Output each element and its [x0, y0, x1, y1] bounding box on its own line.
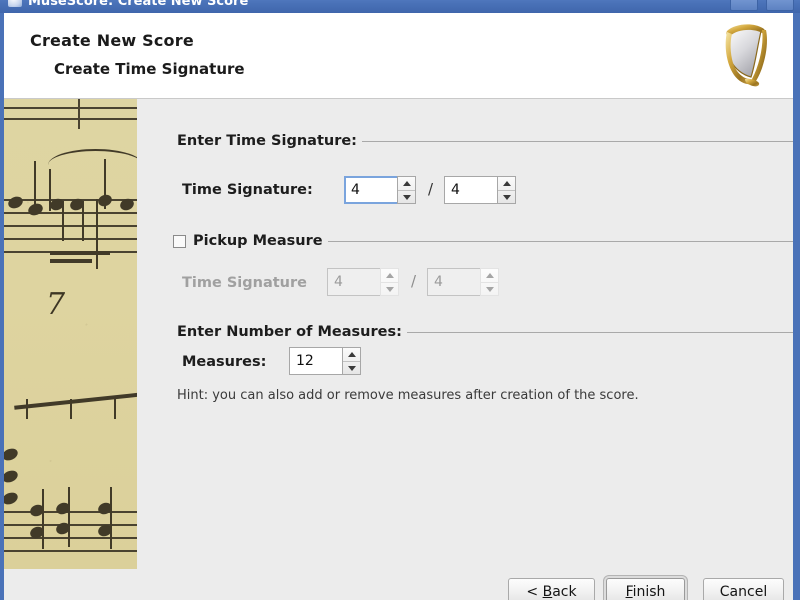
dialog-footer: < Back Finish Cancel: [4, 569, 793, 600]
finish-button[interactable]: Finish: [606, 578, 685, 600]
time-signature-separator: /: [428, 180, 434, 198]
label-pickup-time-signature: Time Signature: [182, 275, 307, 291]
page-title: Create New Score: [30, 31, 194, 50]
time-signature-denominator-input[interactable]: 4: [444, 176, 497, 204]
spinner-up-icon[interactable]: [398, 177, 415, 191]
measures-hint-text: Hint: you can also add or remove measure…: [177, 388, 639, 403]
spinner-buttons[interactable]: [380, 268, 399, 296]
time-signature-numerator-spinner[interactable]: 4: [344, 176, 416, 204]
spinner-buttons[interactable]: [342, 347, 361, 375]
spinner-up-icon[interactable]: [381, 269, 398, 283]
spinner-buttons[interactable]: [397, 176, 416, 204]
spinner-down-icon[interactable]: [498, 191, 515, 204]
group-rule: [406, 331, 793, 333]
label-measures: Measures:: [182, 354, 267, 370]
spinner-down-icon[interactable]: [343, 362, 360, 375]
label-time-signature: Time Signature:: [182, 182, 313, 198]
pickup-separator: /: [411, 272, 417, 290]
window-controls: [727, 0, 794, 11]
measures-spinner[interactable]: 12: [289, 347, 361, 375]
spinner-up-icon[interactable]: [498, 177, 515, 191]
group-label-pickup-measure: Pickup Measure: [193, 233, 323, 249]
cancel-button[interactable]: Cancel: [703, 578, 784, 600]
group-rule: [327, 240, 793, 242]
maximize-button[interactable]: [766, 0, 794, 11]
measures-input[interactable]: 12: [289, 347, 342, 375]
spinner-up-icon[interactable]: [481, 269, 498, 283]
musescore-app-icon: [8, 0, 22, 7]
page-subtitle: Create Time Signature: [54, 60, 245, 78]
pickup-denominator-input[interactable]: 4: [427, 268, 480, 296]
group-label-time-signature: Enter Time Signature:: [177, 133, 357, 149]
minimize-button[interactable]: [730, 0, 759, 11]
spinner-down-icon[interactable]: [398, 191, 415, 204]
pickup-numerator-spinner[interactable]: 4: [327, 268, 399, 296]
spinner-up-icon[interactable]: [343, 348, 360, 362]
spinner-buttons[interactable]: [480, 268, 499, 296]
harp-logo-icon: [725, 24, 767, 87]
dialog-header: Create New Score Create Time Signature: [4, 13, 793, 99]
handwritten-numeral: 7: [46, 287, 66, 322]
window-title: MuseScore: Create New Score: [28, 0, 249, 9]
dialog-content: Enter Time Signature: Time Signature: 4 …: [137, 99, 793, 569]
group-pickup-measure: Pickup Measure: [193, 233, 793, 249]
spinner-buttons[interactable]: [497, 176, 516, 204]
paper-texture: [4, 99, 137, 569]
window-titlebar[interactable]: MuseScore: Create New Score: [0, 0, 800, 13]
time-signature-numerator-input[interactable]: 4: [344, 176, 397, 204]
pickup-numerator-input[interactable]: 4: [327, 268, 380, 296]
back-button[interactable]: < Back: [508, 578, 595, 600]
group-measures: Enter Number of Measures:: [177, 324, 793, 340]
spinner-down-icon[interactable]: [481, 283, 498, 296]
dialog-window: MuseScore: Create New Score Create New S…: [0, 0, 800, 600]
pickup-denominator-spinner[interactable]: 4: [427, 268, 499, 296]
group-label-measures: Enter Number of Measures:: [177, 324, 402, 340]
sheet-music-illustration: 7: [4, 99, 137, 569]
spinner-down-icon[interactable]: [381, 283, 398, 296]
group-rule: [361, 140, 793, 142]
pickup-measure-checkbox[interactable]: [173, 235, 186, 248]
time-signature-denominator-spinner[interactable]: 4: [444, 176, 516, 204]
barline: [78, 99, 80, 129]
group-time-signature: Enter Time Signature:: [177, 133, 793, 149]
create-new-score-dialog: Create New Score Create Time Signature 7…: [4, 13, 793, 600]
